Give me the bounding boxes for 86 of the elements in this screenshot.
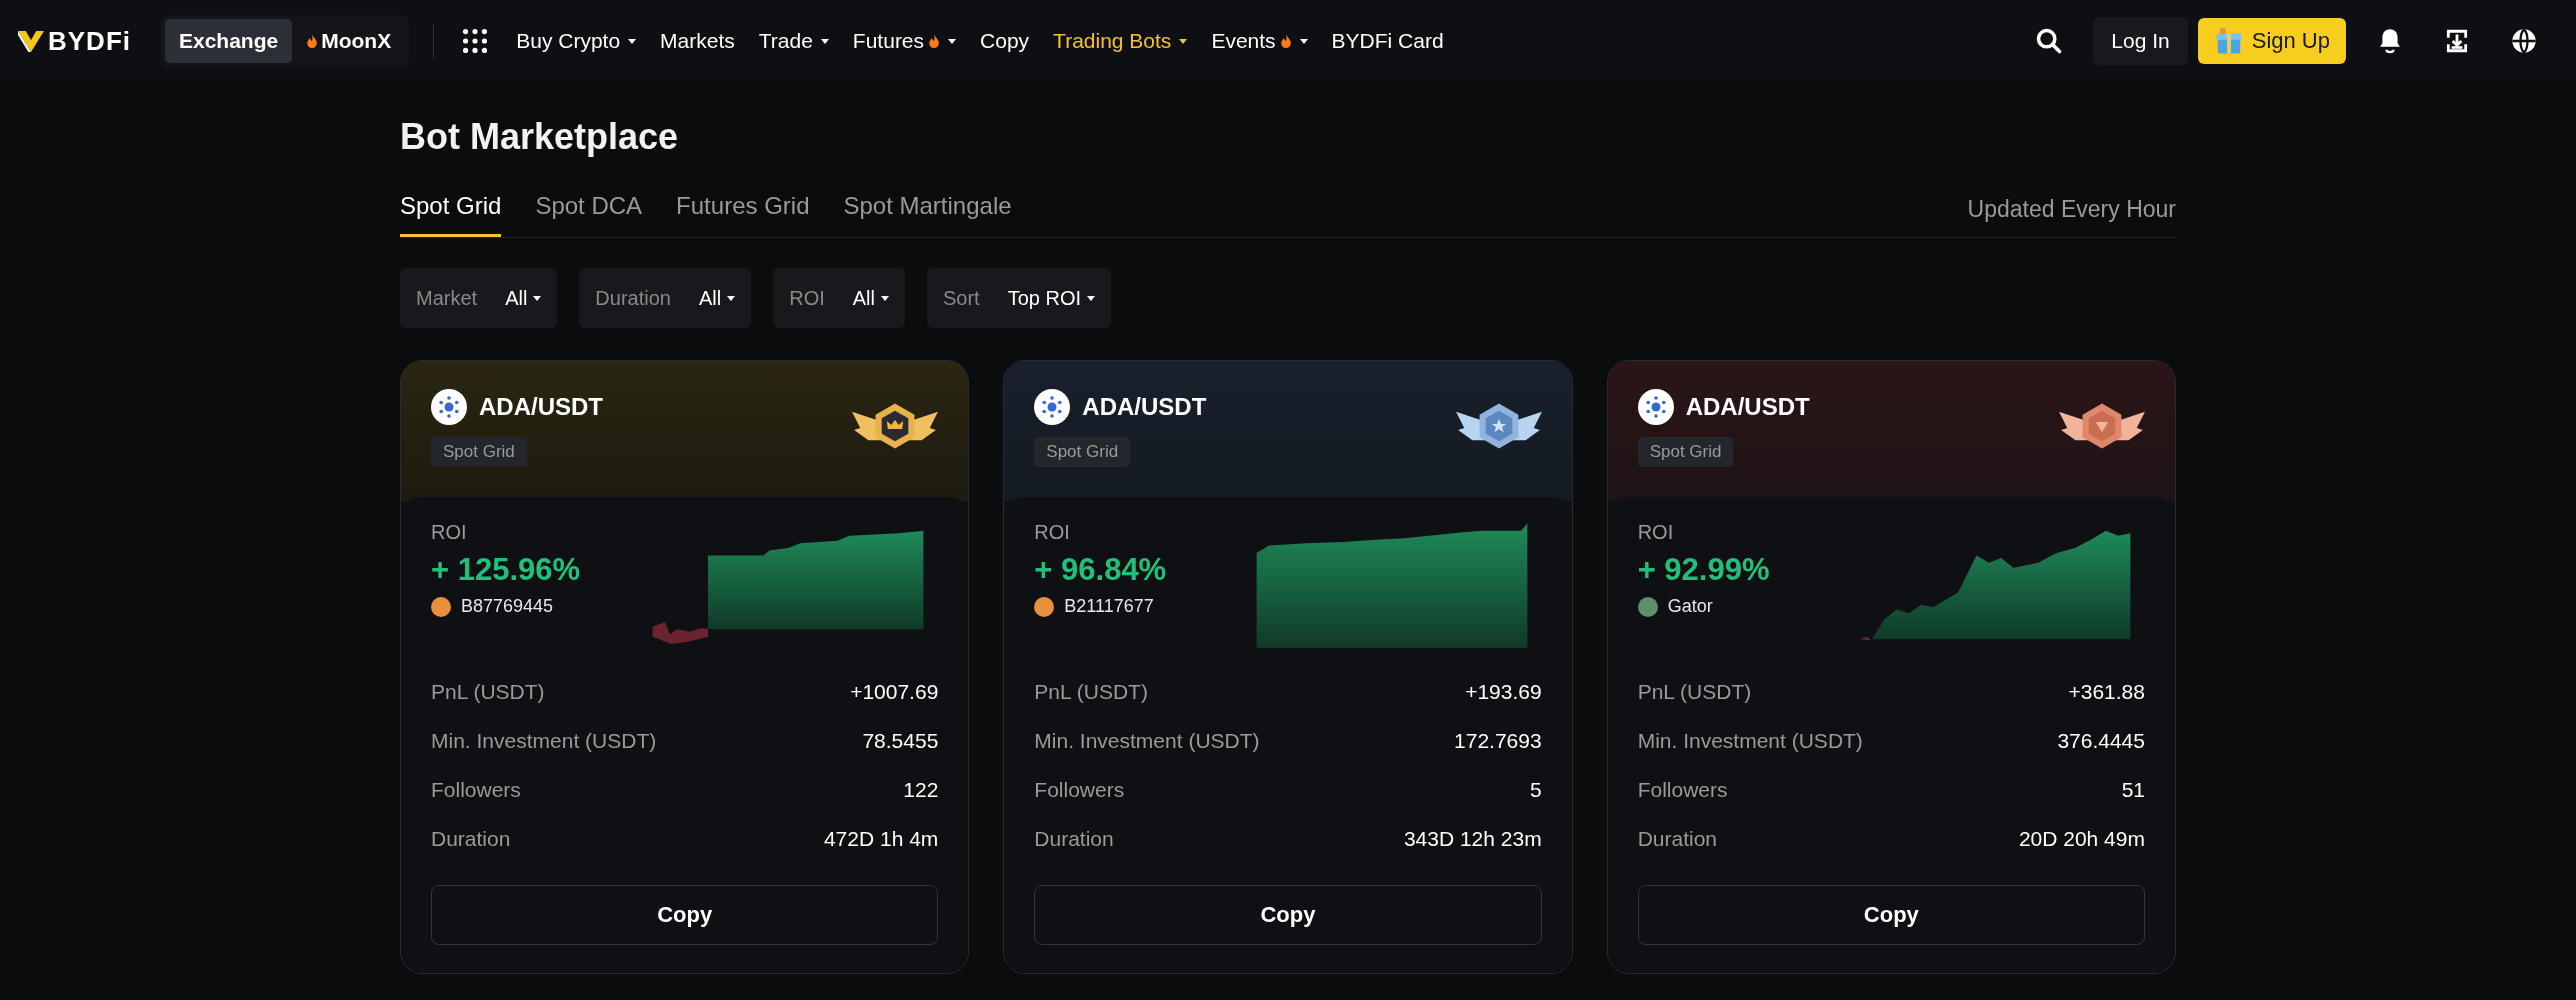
trading-pair: ADA/USDT bbox=[1082, 393, 1207, 421]
coin-icon bbox=[1034, 389, 1071, 425]
grid-icon bbox=[462, 28, 489, 54]
stat-label: PnL (USDT) bbox=[431, 679, 545, 704]
stat-value: 78.5455 bbox=[862, 728, 939, 753]
stat-value: 51 bbox=[2121, 777, 2145, 802]
roi-value: + 125.96% bbox=[431, 552, 581, 588]
stat-label: Duration bbox=[431, 826, 511, 851]
stat-label: Followers bbox=[1637, 777, 1728, 802]
stat-value: 122 bbox=[903, 777, 939, 802]
caret-icon bbox=[881, 295, 889, 301]
roi-value: + 96.84% bbox=[1034, 552, 1167, 588]
caret-icon bbox=[1087, 295, 1096, 301]
download-icon bbox=[2444, 28, 2470, 54]
caret-icon bbox=[820, 38, 829, 44]
strategy-tag: Spot Grid bbox=[1034, 437, 1131, 467]
coin-icon bbox=[1637, 389, 1674, 425]
logo-text: BYDFi bbox=[48, 25, 131, 57]
mode-tab[interactable]: MoonX bbox=[292, 19, 406, 63]
caret-icon bbox=[948, 38, 957, 44]
nav-link[interactable]: Futures bbox=[852, 29, 957, 53]
flame-icon bbox=[1279, 33, 1292, 49]
nav-link[interactable]: Trading Bots bbox=[1053, 29, 1188, 53]
nav-link[interactable]: Markets bbox=[660, 29, 735, 53]
nav-link[interactable]: Buy Crypto bbox=[516, 29, 637, 53]
category-tab[interactable]: Spot DCA bbox=[535, 192, 643, 237]
roi-label: ROI bbox=[1637, 521, 1675, 544]
trading-pair: ADA/USDT bbox=[1685, 393, 1810, 421]
search-icon bbox=[2035, 27, 2064, 55]
stat-value: 472D 1h 4m bbox=[823, 826, 939, 851]
trader-name: B87769445 bbox=[461, 596, 554, 617]
update-note: Updated Every Hour bbox=[1967, 196, 2176, 224]
caret-icon bbox=[533, 295, 542, 301]
login-button[interactable]: Log In bbox=[2093, 17, 2188, 65]
stat-value: 376.4445 bbox=[2057, 728, 2145, 753]
nav-link[interactable]: Events bbox=[1211, 29, 1308, 53]
strategy-tag: Spot Grid bbox=[1637, 437, 1734, 467]
stat-value: 343D 12h 23m bbox=[1403, 826, 1542, 851]
caret-icon bbox=[1179, 38, 1188, 44]
stat-label: Min. Investment (USDT) bbox=[1637, 728, 1863, 753]
stat-label: Followers bbox=[1034, 777, 1125, 802]
coin-icon bbox=[431, 389, 467, 425]
filter-dropdown[interactable]: ROI All bbox=[773, 268, 905, 328]
filter-dropdown[interactable]: Market All bbox=[400, 268, 558, 328]
filter-dropdown[interactable]: Sort Top ROI bbox=[927, 268, 1112, 328]
logo[interactable]: BYDFi bbox=[18, 25, 131, 57]
stat-label: Followers bbox=[431, 777, 521, 802]
stat-value: +1007.69 bbox=[850, 679, 939, 704]
caret-icon bbox=[628, 38, 637, 44]
nav-link[interactable]: Trade bbox=[758, 29, 829, 53]
trading-pair: ADA/USDT bbox=[479, 393, 603, 421]
stat-label: Duration bbox=[1034, 826, 1114, 851]
stat-label: Min. Investment (USDT) bbox=[431, 728, 657, 753]
trader-name: Gator bbox=[1667, 596, 1713, 617]
caret-icon bbox=[727, 295, 736, 301]
copy-button[interactable]: Copy bbox=[1637, 885, 2145, 945]
stat-value: 172.7693 bbox=[1454, 728, 1542, 753]
stat-label: PnL (USDT) bbox=[1034, 679, 1148, 704]
stat-label: Duration bbox=[1637, 826, 1718, 851]
stat-value: 20D 20h 49m bbox=[2018, 826, 2145, 851]
signup-button[interactable]: Sign Up bbox=[2197, 18, 2346, 64]
stat-value: 5 bbox=[1529, 777, 1542, 802]
stat-label: Min. Investment (USDT) bbox=[1034, 728, 1260, 753]
roi-value: + 92.99% bbox=[1637, 552, 1770, 588]
page-title: Bot Marketplace bbox=[400, 116, 680, 158]
mode-tab[interactable]: Exchange bbox=[165, 19, 293, 63]
roi-label: ROI bbox=[431, 521, 468, 544]
nav-link[interactable]: Copy bbox=[980, 29, 1030, 53]
caret-icon bbox=[1299, 38, 1308, 44]
nav-link[interactable]: BYDFi Card bbox=[1331, 29, 1444, 53]
logo-mark-icon bbox=[18, 30, 44, 52]
strategy-tag: Spot Grid bbox=[431, 437, 527, 467]
roi-label: ROI bbox=[1034, 521, 1071, 544]
globe-icon bbox=[2510, 27, 2538, 55]
category-tab[interactable]: Futures Grid bbox=[676, 192, 810, 237]
filter-dropdown[interactable]: Duration All bbox=[579, 268, 752, 328]
flame-icon bbox=[928, 33, 941, 49]
flame-icon bbox=[306, 33, 319, 49]
copy-button[interactable]: Copy bbox=[1034, 885, 1542, 945]
stat-label: PnL (USDT) bbox=[1637, 679, 1752, 704]
category-tab[interactable]: Spot Martingale bbox=[843, 192, 1012, 237]
copy-button[interactable]: Copy bbox=[431, 885, 939, 945]
stat-value: +361.88 bbox=[2068, 679, 2145, 704]
category-tab[interactable]: Spot Grid bbox=[400, 192, 502, 237]
trader-name: B21117677 bbox=[1064, 596, 1154, 617]
stat-value: +193.69 bbox=[1465, 679, 1542, 704]
